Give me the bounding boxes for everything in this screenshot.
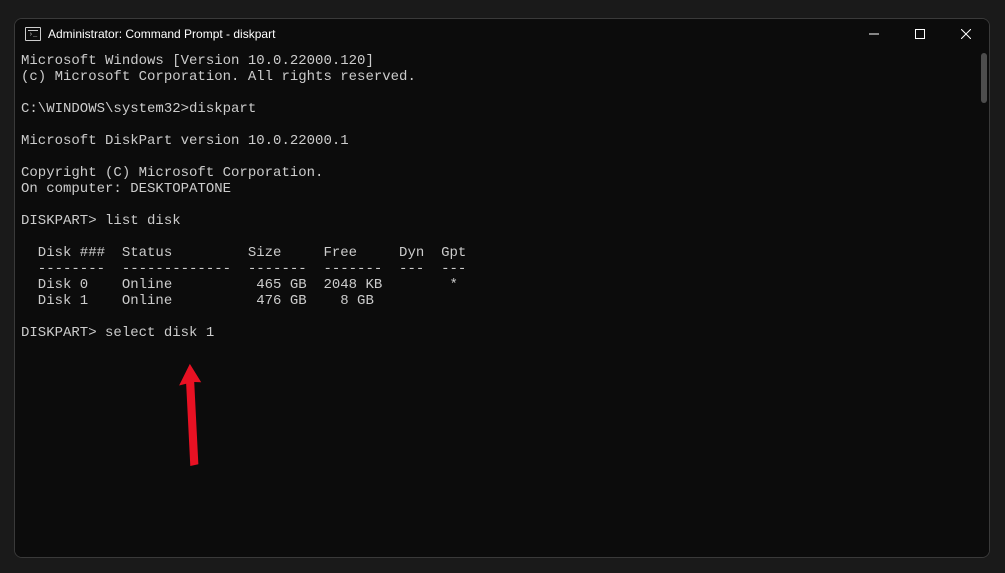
- output-line: DISKPART> list disk: [21, 213, 181, 229]
- table-row: Disk 1 Online 476 GB 8 GB: [21, 293, 374, 309]
- output-line: (c) Microsoft Corporation. All rights re…: [21, 69, 416, 85]
- window-controls: [851, 19, 989, 49]
- output-line: Microsoft Windows [Version 10.0.22000.12…: [21, 53, 374, 69]
- table-header: Disk ### Status Size Free Dyn Gpt: [21, 245, 466, 261]
- table-divider: -------- ------------- ------- ------- -…: [21, 261, 466, 277]
- cmd-icon: ›_: [25, 27, 41, 41]
- table-row: Disk 0 Online 465 GB 2048 KB *: [21, 277, 458, 293]
- output-line: DISKPART> select disk 1: [21, 325, 214, 341]
- output-line: C:\WINDOWS\system32>diskpart: [21, 101, 256, 117]
- output-line: Copyright (C) Microsoft Corporation.: [21, 165, 323, 181]
- minimize-button[interactable]: [851, 19, 897, 49]
- titlebar-left: ›_ Administrator: Command Prompt - diskp…: [25, 27, 275, 41]
- maximize-button[interactable]: [897, 19, 943, 49]
- titlebar[interactable]: ›_ Administrator: Command Prompt - diskp…: [15, 19, 989, 49]
- terminal-output[interactable]: Microsoft Windows [Version 10.0.22000.12…: [15, 49, 989, 557]
- output-line: Microsoft DiskPart version 10.0.22000.1: [21, 133, 349, 149]
- close-button[interactable]: [943, 19, 989, 49]
- command-prompt-window: ›_ Administrator: Command Prompt - diskp…: [14, 18, 990, 558]
- output-line: On computer: DESKTOPATONE: [21, 181, 231, 197]
- window-title: Administrator: Command Prompt - diskpart: [48, 27, 275, 41]
- scrollbar-thumb[interactable]: [981, 53, 987, 103]
